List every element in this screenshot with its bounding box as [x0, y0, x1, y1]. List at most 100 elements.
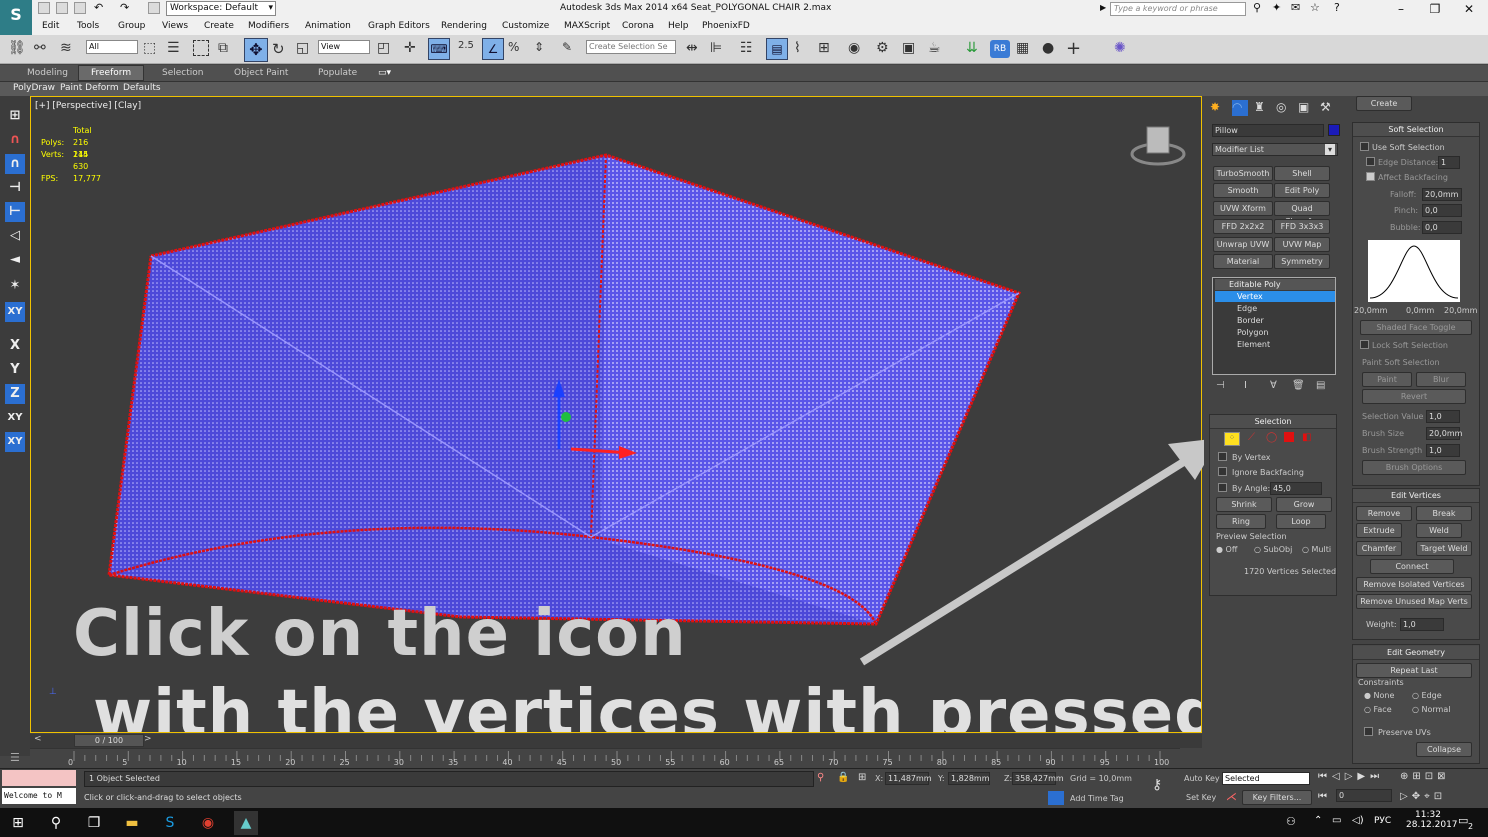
remove-isolated-vertices-button[interactable]: Remove Isolated Vertices — [1356, 577, 1472, 592]
key-selection-dropdown[interactable]: Selected — [1222, 772, 1310, 785]
stack-border[interactable]: Border — [1237, 316, 1264, 325]
uvw-xform-button[interactable]: UVW Xform — [1213, 201, 1273, 216]
create-button[interactable]: Create — [1356, 96, 1412, 111]
project-folder-icon[interactable] — [148, 2, 160, 14]
preview-subobj-radio[interactable]: ○ SubObj — [1254, 545, 1292, 554]
brush-options-button[interactable]: Brush Options — [1362, 460, 1466, 475]
edge-distance-checkbox[interactable] — [1366, 157, 1375, 166]
close-window-button[interactable]: ✕ — [1452, 0, 1486, 18]
edit-vertices-header[interactable]: Edit Vertices — [1353, 489, 1479, 503]
select-object-icon[interactable]: ⬚ — [143, 40, 156, 56]
subtab-polydraw[interactable]: PolyDraw — [13, 83, 55, 93]
selection-lock-icon[interactable]: 🔒 — [837, 772, 849, 783]
time-slider[interactable]: < 0 / 100 > — [30, 734, 1202, 748]
time-prev-icon[interactable]: < — [34, 734, 42, 744]
pivot-snap-icon[interactable]: ◄ — [5, 250, 25, 270]
make-unique-icon[interactable]: ∀ — [1270, 380, 1277, 391]
selection-rollout-header[interactable]: Selection — [1210, 415, 1336, 429]
time-slider-thumb[interactable]: 0 / 100 — [74, 734, 144, 747]
z-coordinate-field[interactable]: 358,427mm — [1012, 772, 1064, 785]
remove-unused-map-verts-button[interactable]: Remove Unused Map Verts — [1356, 594, 1472, 609]
menu-views[interactable]: Views — [162, 21, 188, 31]
network-icon[interactable]: ▭ — [1332, 815, 1341, 826]
tab-selection[interactable]: Selection — [162, 68, 203, 78]
ignore-backfacing-checkbox[interactable] — [1218, 467, 1227, 476]
snaps-toggle-icon[interactable]: 2.5 — [458, 40, 474, 51]
rectangle-selection-icon[interactable] — [193, 40, 209, 56]
favorites-star-icon[interactable]: ☆ — [1310, 1, 1320, 14]
subtab-paint-deform[interactable]: Paint Deform — [60, 83, 119, 93]
stack-edge[interactable]: Edge — [1237, 304, 1257, 313]
menu-modifiers[interactable]: Modifiers — [248, 21, 289, 31]
material-button[interactable]: Material — [1213, 254, 1273, 269]
environment-icon[interactable]: ● — [1042, 40, 1054, 56]
go-to-start-icon[interactable]: ⏮ — [1318, 791, 1327, 802]
utilities-tab-icon[interactable]: ⚒ — [1320, 100, 1331, 114]
graphite-toggle-icon[interactable]: ▤ — [766, 38, 788, 60]
select-by-name-icon[interactable]: ☰ — [167, 40, 180, 56]
redo-icon[interactable]: ↷ — [120, 1, 129, 14]
ring-button[interactable]: Ring — [1216, 514, 1266, 529]
remove-modifier-icon[interactable]: 🗑 — [1292, 380, 1305, 391]
symmetry-button[interactable]: Symmetry — [1274, 254, 1330, 269]
menu-rendering[interactable]: Rendering — [441, 21, 487, 31]
auto-key-button[interactable]: Auto Key — [1184, 774, 1220, 783]
track-filter-icon[interactable]: ☰ — [10, 751, 20, 764]
axis-xy-constraint-icon[interactable]: XY — [5, 302, 25, 322]
select-and-scale-icon[interactable]: ◱ — [296, 40, 309, 56]
constraint-edge-radio[interactable]: ○ Edge — [1412, 691, 1442, 700]
tab-modeling[interactable]: Modeling — [27, 68, 68, 78]
viewport-nav-row1[interactable]: ⊕⊞⊡⊠ — [1400, 771, 1450, 782]
track-bar[interactable]: ☰ 0 5 10 15 20 25 30 35 40 45 50 55 60 65 70 75 80 85 90 95… — [10, 748, 1180, 768]
ffd-2x2x2-button[interactable]: FFD 2x2x2 — [1213, 219, 1273, 234]
extrude-button[interactable]: Extrude — [1356, 523, 1402, 538]
loop-button[interactable]: Loop — [1276, 514, 1326, 529]
minimize-button[interactable]: – — [1384, 0, 1418, 18]
start-icon[interactable]: ⊞ — [6, 811, 30, 835]
menu-corona[interactable]: Corona — [622, 21, 654, 31]
preserve-uvs-checkbox[interactable] — [1364, 727, 1373, 736]
by-angle-value[interactable]: 45,0 — [1270, 482, 1322, 495]
reference-coordinate-dropdown[interactable]: View — [318, 40, 370, 54]
axis-xy-icon[interactable]: XY — [5, 408, 25, 428]
phoenix-icon[interactable]: ✺ — [1114, 40, 1126, 56]
material-editor-icon[interactable]: ◉ — [848, 40, 860, 56]
axis-y-icon[interactable]: Y — [5, 360, 25, 380]
configure-sets-icon[interactable]: ▤ — [1316, 380, 1325, 391]
object-color-swatch[interactable] — [1328, 124, 1340, 136]
bubble-value[interactable]: 0,0 — [1422, 221, 1462, 234]
select-and-rotate-icon[interactable]: ↻ — [272, 40, 285, 58]
shell-button[interactable]: Shell — [1274, 166, 1330, 181]
notifications-icon[interactable]: ▭ — [1458, 814, 1468, 827]
face-snap-icon[interactable]: ◁ — [5, 226, 25, 246]
volume-icon[interactable]: ◁) — [1352, 815, 1364, 826]
selection-value-field[interactable]: 1,0 — [1426, 410, 1460, 423]
by-angle-checkbox[interactable] — [1218, 483, 1227, 492]
constraint-face-radio[interactable]: ○ Face — [1364, 705, 1392, 714]
lock-soft-selection-checkbox[interactable] — [1360, 340, 1369, 349]
help-icon[interactable]: ? — [1334, 1, 1340, 14]
turbosmooth-button[interactable]: TurboSmooth — [1213, 166, 1273, 181]
quad-chamfer-button[interactable]: Quad Chamfer — [1274, 201, 1330, 226]
add-plus-icon[interactable]: + — [1066, 38, 1081, 59]
curve-editor-icon[interactable]: ⌇ — [794, 40, 801, 56]
search-icon[interactable]: ⚲ — [44, 811, 68, 835]
vertex-snap-icon[interactable]: ∩ — [5, 154, 25, 174]
file-explorer-icon[interactable]: ▬ — [120, 811, 144, 835]
endpoint-snap-icon[interactable]: ⊣ — [5, 178, 25, 198]
tab-populate[interactable]: Populate — [318, 68, 357, 78]
layer-manager-icon[interactable]: ☷ — [740, 40, 753, 56]
ffd-3x3x3-button[interactable]: FFD 3x3x3 — [1274, 219, 1330, 234]
target-weld-button[interactable]: Target Weld — [1416, 541, 1472, 556]
menu-help[interactable]: Help — [668, 21, 689, 31]
blur-button[interactable]: Blur — [1416, 372, 1466, 387]
menu-maxscript[interactable]: MAXScript — [564, 21, 610, 31]
new-file-icon[interactable] — [38, 2, 50, 14]
menu-graph-editors[interactable]: Graph Editors — [368, 21, 430, 31]
tab-object-paint[interactable]: Object Paint — [234, 68, 288, 78]
menu-tools[interactable]: Tools — [77, 21, 99, 31]
show-end-result-icon[interactable]: Ι — [1244, 380, 1247, 391]
edit-poly-button[interactable]: Edit Poly — [1274, 183, 1330, 198]
modifier-list-dropdown[interactable]: Modifier List ▾ — [1212, 143, 1338, 156]
undo-icon[interactable]: ↶ — [94, 1, 103, 14]
